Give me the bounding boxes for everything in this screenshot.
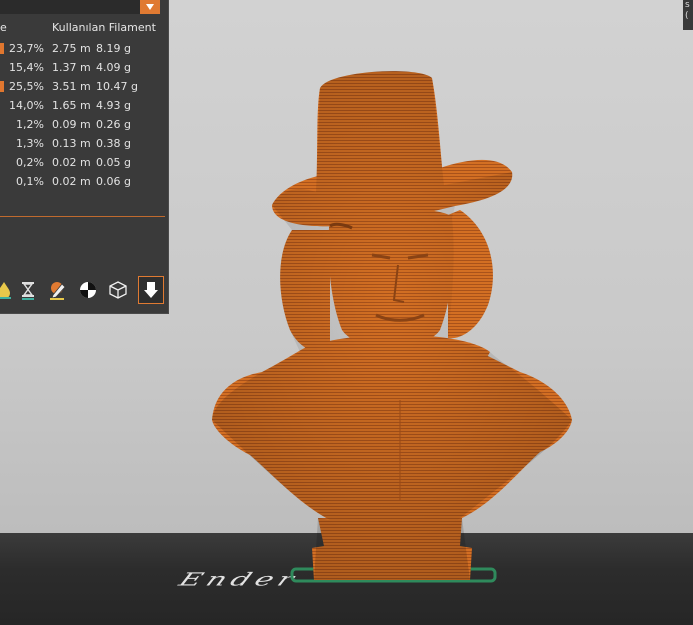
- side-panel-text: (: [685, 11, 689, 21]
- length-cell: 0.13 m: [52, 137, 91, 150]
- table-row[interactable]: 15,4% 1.37 m 4.09 g: [0, 59, 168, 78]
- length-cell: 0.09 m: [52, 118, 91, 131]
- weight-cell: 4.09 g: [96, 61, 131, 74]
- length-cell: 0.02 m: [52, 175, 91, 188]
- percent-cell: 1,2%: [16, 118, 44, 131]
- column-header-fraction: e: [0, 21, 7, 34]
- edit-pencil-icon[interactable]: [46, 277, 70, 303]
- filament-usage-panel: e Kullanılan Filament 23,7% 2.75 m 8.19 …: [0, 0, 169, 314]
- color-swatch: [0, 81, 4, 92]
- length-cell: 3.51 m: [52, 80, 91, 93]
- percent-cell: 0,2%: [16, 156, 44, 169]
- table-row[interactable]: 1,2% 0.09 m 0.26 g: [0, 116, 168, 135]
- table-row[interactable]: 25,5% 3.51 m 10.47 g: [0, 78, 168, 97]
- weight-cell: 0.05 g: [96, 156, 131, 169]
- panel-dropdown[interactable]: [0, 0, 140, 14]
- view-toolbar: [0, 276, 168, 305]
- filament-table: 23,7% 2.75 m 8.19 g 15,4% 1.37 m 4.09 g …: [0, 40, 168, 192]
- table-row[interactable]: 0,1% 0.02 m 0.06 g: [0, 173, 168, 192]
- percent-cell: 1,3%: [16, 137, 44, 150]
- side-panel-edge: s (: [683, 0, 693, 30]
- export-arrow-icon[interactable]: [138, 276, 164, 304]
- weight-cell: 0.38 g: [96, 137, 131, 150]
- weight-cell: 0.26 g: [96, 118, 131, 131]
- length-cell: 2.75 m: [52, 42, 91, 55]
- length-cell: 0.02 m: [52, 156, 91, 169]
- percent-cell: 25,5%: [9, 80, 44, 93]
- dropdown-arrow-icon[interactable]: [140, 0, 160, 14]
- color-drop-icon[interactable]: [0, 277, 16, 303]
- table-row[interactable]: 23,7% 2.75 m 8.19 g: [0, 40, 168, 59]
- table-row[interactable]: 14,0% 1.65 m 4.93 g: [0, 97, 168, 116]
- percent-cell: 0,1%: [16, 175, 44, 188]
- column-header-filament: Kullanılan Filament: [52, 21, 156, 34]
- percent-cell: 23,7%: [9, 42, 44, 55]
- table-row[interactable]: 0,2% 0.02 m 0.05 g: [0, 154, 168, 173]
- color-swatch: [0, 43, 4, 54]
- weight-cell: 4.93 g: [96, 99, 131, 112]
- percent-cell: 14,0%: [9, 99, 44, 112]
- model-body: [212, 71, 572, 581]
- length-cell: 1.65 m: [52, 99, 91, 112]
- hourglass-icon[interactable]: [16, 277, 40, 303]
- weight-cell: 10.47 g: [96, 80, 138, 93]
- cube-wireframe-icon[interactable]: [106, 277, 130, 303]
- percent-cell: 15,4%: [9, 61, 44, 74]
- table-row[interactable]: 1,3% 0.13 m 0.38 g: [0, 135, 168, 154]
- weight-cell: 8.19 g: [96, 42, 131, 55]
- side-panel-text: s: [685, 0, 690, 10]
- contrast-disc-icon[interactable]: [76, 277, 100, 303]
- panel-divider: [0, 216, 165, 217]
- length-cell: 1.37 m: [52, 61, 91, 74]
- weight-cell: 0.06 g: [96, 175, 131, 188]
